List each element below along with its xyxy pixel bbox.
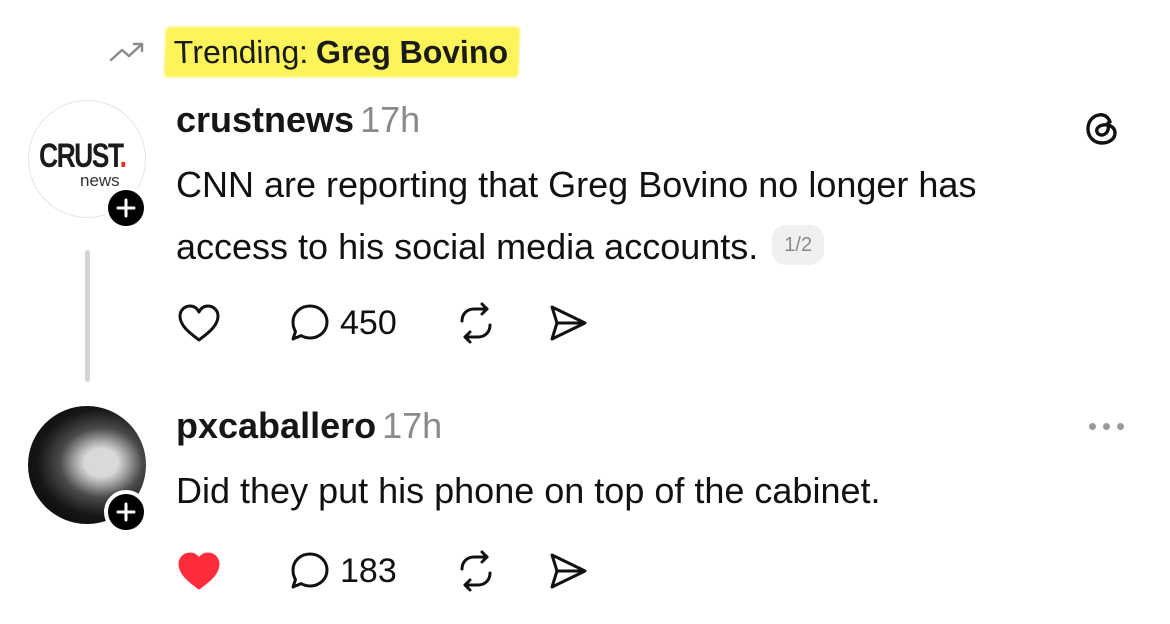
avatar-wordmark-sub: news — [80, 171, 120, 190]
trending-chip[interactable]: Trending: Greg Bovino — [165, 28, 519, 76]
post-text: Did they put his phone on top of the cab… — [176, 460, 881, 522]
reply-button[interactable]: 183 — [288, 546, 404, 596]
timestamp: 17h — [360, 99, 421, 140]
send-icon — [550, 305, 587, 341]
reply-button[interactable]: 450 — [288, 298, 404, 348]
trending-prefix: Trending: — [173, 34, 309, 70]
share-button[interactable] — [546, 298, 590, 348]
post-header: crustnews 17h — [176, 100, 420, 140]
post-text-line: Did they put his phone on top of the cab… — [176, 470, 881, 511]
post-header: pxcaballero 17h — [176, 406, 442, 446]
threads-logo-icon[interactable] — [1082, 108, 1122, 148]
username[interactable]: pxcaballero — [176, 405, 376, 446]
post-text: CNN are reporting that Greg Bovino no lo… — [176, 154, 976, 278]
reply-count: 450 — [340, 303, 397, 342]
like-button[interactable] — [176, 546, 224, 596]
share-button[interactable] — [546, 546, 590, 596]
repost-icon — [460, 302, 492, 344]
heart-filled-icon — [178, 552, 220, 590]
repost-button[interactable] — [454, 298, 498, 348]
menu-dot — [1116, 422, 1124, 430]
comment-icon — [291, 552, 329, 589]
post-text-line: access to his social media accounts. 1/2 — [176, 216, 976, 278]
trending-topic: Greg Bovino — [315, 34, 509, 70]
like-button[interactable] — [176, 298, 224, 348]
post-actions: 183 — [176, 546, 590, 596]
plus-icon — [116, 502, 136, 522]
thread-line — [85, 250, 90, 382]
follow-button-crustnews[interactable] — [104, 186, 148, 230]
post-text-line: CNN are reporting that Greg Bovino no lo… — [176, 164, 977, 205]
trending-up-icon — [109, 42, 144, 62]
repost-button[interactable] — [454, 546, 498, 596]
username[interactable]: crustnews — [176, 99, 354, 140]
page-indicator: 1/2 — [772, 225, 825, 266]
heart-icon — [178, 304, 220, 342]
menu-dot — [1102, 422, 1110, 430]
plus-icon — [116, 198, 136, 218]
reply-count: 183 — [340, 551, 397, 590]
menu-dot — [1088, 422, 1096, 430]
send-icon — [550, 553, 587, 589]
post-actions: 450 — [176, 298, 590, 348]
timestamp: 17h — [382, 405, 443, 446]
follow-button-pxcaballero[interactable] — [104, 490, 148, 534]
comment-icon — [291, 304, 329, 341]
more-options-icon[interactable] — [1078, 406, 1134, 446]
trending-row[interactable]: Trending: Greg Bovino — [108, 28, 519, 76]
repost-icon — [460, 550, 492, 592]
